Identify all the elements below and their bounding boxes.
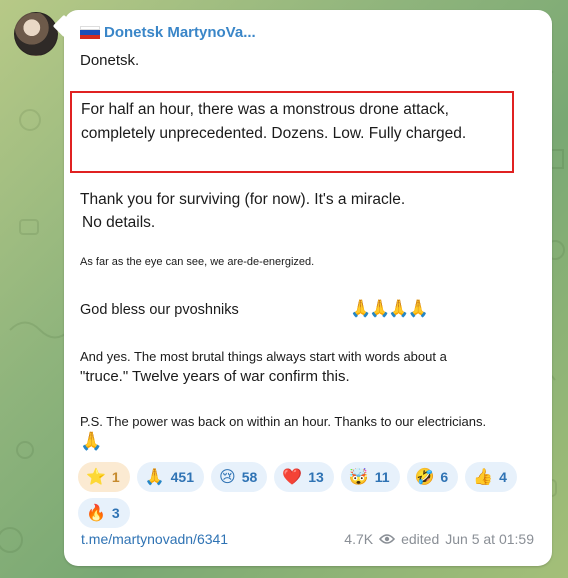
prayer-emoji-row: 🙏🙏🙏🙏 [350,299,429,318]
reaction-count: 1 [111,469,120,485]
post-line-ps: P.S. The power was back on within an hou… [80,414,487,429]
reaction-count: 4 [499,469,507,485]
sender-name[interactable]: Donetsk MartynoVa... [80,24,256,41]
reaction-count: 13 [308,469,324,485]
reaction-count: 6 [440,469,449,485]
heart-icon: ❤️ [282,469,303,486]
rofl-icon: 🤣 [414,469,435,486]
pray-icon: 🙏 [144,469,165,486]
post-line-no-details: No details. [82,214,156,231]
thumbs-up-icon: 👍 [473,469,494,486]
post-line-bless: God bless our pvoshniks [80,302,239,318]
reaction-fire[interactable]: 🔥 3 [78,498,130,528]
message-time: Jun 5 at 01:59 [445,531,534,547]
reaction-thumbs-up[interactable]: 👍 4 [465,462,517,492]
post-line-thanks: Thank you for surviving (for now). It's … [80,191,406,208]
fire-icon: 🔥 [86,505,106,522]
post-line-truce-b: "truce." Twelve years of war confirm thi… [80,368,350,385]
star-icon: ⭐ [86,469,106,486]
post-ps-emoji: 🙏 [80,431,103,451]
reaction-pray[interactable]: 🙏 451 [136,462,204,492]
russia-flag-icon [80,26,100,39]
view-count: 4.7K [344,531,374,547]
reaction-star[interactable]: ⭐ 1 [78,462,130,492]
edited-label: edited [401,531,440,547]
reaction-count: 58 [241,469,258,485]
eye-icon [379,534,396,544]
message-bubble: Donetsk MartynoVa... Donetsk. For half a… [64,10,552,566]
reaction-count: 451 [170,469,194,485]
reaction-heart[interactable]: ❤️ 13 [274,462,334,492]
channel-avatar[interactable] [14,12,58,56]
reaction-count: 11 [374,469,390,485]
mind-blown-icon: 🤯 [348,469,369,486]
reaction-rofl[interactable]: 🤣 6 [406,462,459,492]
reaction-count: 3 [111,505,120,521]
reactions-bar: ⭐ 1 🙏 451 😢 58 ❤️ 13 🤯 11 🤣 6 👍 4 🔥 3 [78,462,538,528]
post-line-city: Donetsk. [80,52,140,69]
post-line-truce-a: And yes. The most brutal things always s… [80,349,447,364]
reaction-mind-blown[interactable]: 🤯 11 [340,462,400,492]
channel-name: Donetsk MartynoVa... [104,24,256,41]
post-highlight-text: For half an hour, there was a monstrous … [81,101,467,142]
cry-icon: 😢 [219,469,236,486]
reaction-cry[interactable]: 😢 58 [211,462,268,492]
post-link[interactable]: t.me/martynovadn/6341 [81,531,228,547]
message-meta: 4.7K edited Jun 5 at 01:59 [344,531,534,547]
post-line-de-energized: As far as the eye can see, we are-de-ene… [80,256,315,268]
